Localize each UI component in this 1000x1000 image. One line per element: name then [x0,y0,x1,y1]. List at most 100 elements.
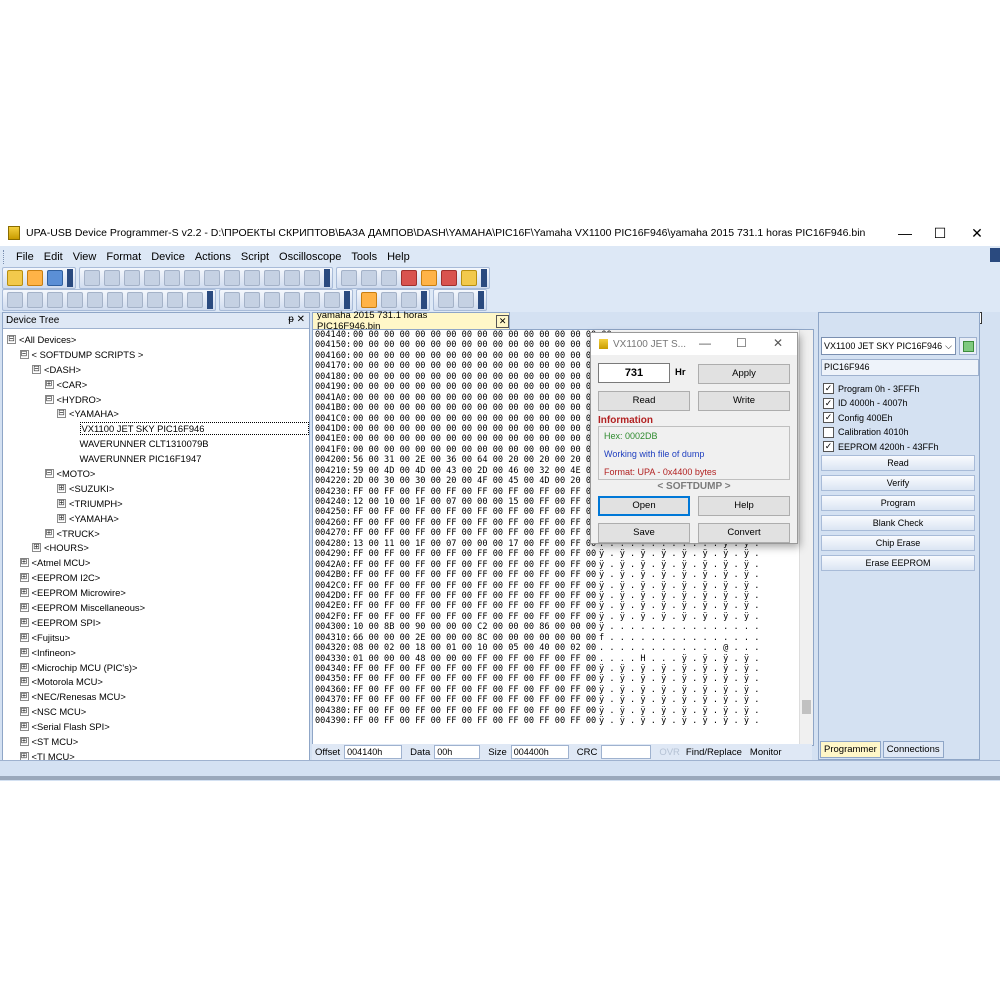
hex-ascii[interactable]: ÿ . ÿ . ÿ . ÿ . ÿ . ÿ . ÿ . ÿ . [599,706,759,716]
size-field[interactable]: 004400h [510,745,569,759]
expand-icon[interactable]: ⊞ [19,617,29,627]
save-file-icon[interactable] [47,270,63,286]
hex-bytes[interactable]: 00 00 00 00 00 00 00 00 00 00 00 00 00 0… [353,403,612,413]
apply-button[interactable]: Apply [698,364,790,384]
hex-row[interactable]: 0042F0: FF 00 FF 00 FF 00 FF 00 FF 00 FF … [313,612,813,622]
copy-icon[interactable] [144,270,160,286]
program-device-icon[interactable] [381,270,397,286]
hex-row[interactable]: 004340: FF 00 FF 00 FF 00 FF 00 FF 00 FF … [313,664,813,674]
bookmark-icon[interactable] [7,292,23,308]
read-button[interactable]: Read [598,391,690,411]
hex-row[interactable]: 004310: 66 00 00 00 2E 00 00 00 8C 00 00 … [313,633,813,643]
collapse-icon[interactable]: ⊟ [44,468,54,478]
find-replace-link[interactable]: Find/Replace [686,747,742,758]
hex-row[interactable]: 0042E0: FF 00 FF 00 FF 00 FF 00 FF 00 FF … [313,601,813,611]
tree-node[interactable]: ⊟ < SOFTDUMP SCRIPTS > [3,347,309,362]
expand-icon[interactable]: ⊞ [19,602,29,612]
tree-node[interactable]: ⊞ <TRUCK> [3,526,309,541]
device-info-icon[interactable] [959,337,977,355]
pointer-icon[interactable] [361,292,377,308]
collapse-icon[interactable]: ⊟ [19,349,29,359]
read-button[interactable]: Read [821,455,975,471]
dialog-maximize-button[interactable]: ☐ [736,336,747,350]
hex-bytes[interactable]: 01 00 00 00 48 00 00 00 FF 00 FF 00 FF 0… [353,654,596,664]
hex-row[interactable]: 004290: FF 00 FF 00 FF 00 FF 00 FF 00 FF … [313,549,813,559]
replace-icon[interactable] [264,270,280,286]
tree-node[interactable]: ⊟ <DASH> [3,362,309,377]
hex-ascii[interactable]: ÿ . ÿ . ÿ . ÿ . ÿ . ÿ . ÿ . ÿ . [599,549,759,559]
menu-edit[interactable]: Edit [39,251,68,263]
hex-bytes[interactable]: 00 00 00 00 00 00 00 00 00 00 00 00 00 0… [353,445,612,455]
help-button[interactable]: Help [698,496,790,516]
monitor-link[interactable]: Monitor [750,747,782,758]
bug-icon[interactable] [441,270,457,286]
memory-region-check[interactable]: ✓ ID 4000h - 4007h [823,397,908,410]
hex-row[interactable]: 004350: FF 00 FF 00 FF 00 FF 00 FF 00 FF … [313,674,813,684]
expand-icon[interactable]: ⊞ [32,543,41,553]
menu-device[interactable]: Device [146,251,190,263]
hex-ascii[interactable]: ÿ . ÿ . ÿ . ÿ . ÿ . ÿ . ÿ . ÿ . [599,674,759,684]
hex-bytes[interactable]: FF 00 FF 00 FF 00 FF 00 FF 00 FF 00 FF 0… [353,685,596,695]
hex-bytes[interactable]: FF 00 FF 00 FF 00 FF 00 FF 00 FF 00 FF 0… [353,706,596,716]
hex-bytes[interactable]: FF 00 FF 00 FF 00 FF 00 FF 00 FF 00 FF 0… [353,591,596,601]
toolbar-chevron-icon[interactable] [207,291,213,309]
next-page-icon[interactable] [127,292,143,308]
expand-icon[interactable]: ⊞ [19,707,29,717]
dialog-close-button[interactable]: ✕ [773,336,783,350]
toolbar-chevron-icon[interactable] [324,269,330,287]
toolbar-overflow-icon[interactable] [990,248,1000,262]
hex-bytes[interactable]: FF 00 FF 00 FF 00 FF 00 FF 00 FF 00 FF 0… [353,695,596,705]
hex-row[interactable]: 004330: 01 00 00 00 48 00 00 00 FF 00 FF … [313,654,813,664]
hex-bytes[interactable]: 10 00 8B 00 90 00 00 00 C2 00 00 00 86 0… [353,622,596,632]
hex-ascii[interactable]: . . . . . . . . . . . . @ . . . [599,643,759,653]
dword-format-icon[interactable] [264,292,280,308]
byte-format-icon[interactable] [224,292,240,308]
hex-row[interactable]: 004360: FF 00 FF 00 FF 00 FF 00 FF 00 FF … [313,685,813,695]
tree-node[interactable]: ⊞ <EEPROM I2C> [3,570,309,585]
tab-programmer[interactable]: Programmer [820,741,881,758]
minimize-button[interactable]: — [890,223,920,243]
tree-node[interactable]: VX1100 JET SKY PIC16F946 [3,421,309,436]
hex-bytes[interactable]: FF 00 FF 00 FF 00 FF 00 FF 00 FF 00 FF 0… [353,507,596,517]
tree-node[interactable]: WAVERUNNER CLT1310079B [3,436,309,451]
expand-icon[interactable]: ⊞ [19,573,29,583]
fill-icon[interactable] [304,270,320,286]
data-field[interactable]: 00h [434,745,481,759]
hex-bytes[interactable]: 00 00 00 00 00 00 00 00 00 00 00 00 00 0… [353,330,612,340]
marker-icon[interactable] [401,292,417,308]
tree-node[interactable]: ⊞ <TRIUMPH> [3,496,309,511]
redo-icon[interactable] [224,270,240,286]
tree-node[interactable]: ⊞ <NSC MCU> [3,704,309,719]
tree-node[interactable]: ⊞ <Infineon> [3,645,309,660]
hex-row[interactable]: 004320: 08 00 02 00 18 00 01 00 10 00 05 … [313,643,813,653]
tree-node[interactable]: ⊞ <EEPROM SPI> [3,615,309,630]
hex-ascii[interactable]: ÿ . ÿ . ÿ . ÿ . ÿ . ÿ . ÿ . ÿ . [599,695,759,705]
toolbar-chevron-icon[interactable] [421,291,427,309]
hex-ascii[interactable]: ÿ . ÿ . ÿ . ÿ . ÿ . ÿ . ÿ . ÿ . [599,685,759,695]
hex-ascii[interactable]: ÿ . ÿ . ÿ . ÿ . ÿ . ÿ . ÿ . ÿ . [599,570,759,580]
hex-bytes[interactable]: 00 00 00 00 00 00 00 00 00 00 00 00 00 0… [353,372,612,382]
hex-ascii[interactable]: . . . . H . . . ÿ . ÿ . ÿ . ÿ . [599,654,759,664]
hex-row[interactable]: 0042D0: FF 00 FF 00 FF 00 FF 00 FF 00 FF … [313,591,813,601]
expand-icon[interactable]: ⊞ [19,588,29,598]
convert-button[interactable]: Convert [698,523,790,543]
hex-bytes[interactable]: FF 00 FF 00 FF 00 FF 00 FF 00 FF 00 FF 0… [353,581,596,591]
program-button[interactable]: Program [821,495,975,511]
sync-icon[interactable] [67,292,83,308]
hex-row[interactable]: 004390: FF 00 FF 00 FF 00 FF 00 FF 00 FF … [313,716,813,726]
hex-ascii[interactable]: ÿ . ÿ . ÿ . ÿ . ÿ . ÿ . ÿ . ÿ . [599,560,759,570]
hex-bytes[interactable]: 59 00 4D 00 4D 00 43 00 2D 00 46 00 32 0… [353,466,596,476]
checkbox-empty-icon[interactable] [823,426,834,438]
hex-bytes[interactable]: FF 00 FF 00 FF 00 FF 00 FF 00 FF 00 FF 0… [353,487,596,497]
tree-node[interactable]: WAVERUNNER PIC16F1947 [3,451,309,466]
select-device-icon[interactable] [341,270,357,286]
checkbox-checked-icon[interactable]: ✓ [823,412,834,423]
checksum-icon[interactable] [461,270,477,286]
menu-view[interactable]: View [68,251,102,263]
erase-icon[interactable] [401,270,417,286]
hex-bytes[interactable]: FF 00 FF 00 FF 00 FF 00 FF 00 FF 00 FF 0… [353,716,596,726]
expand-icon[interactable]: ⊞ [57,498,66,508]
hex-row[interactable]: 0042B0: FF 00 FF 00 FF 00 FF 00 FF 00 FF … [313,570,813,580]
paste-icon[interactable] [164,270,180,286]
memory-region-check[interactable]: Calibration 4010h [823,426,909,439]
